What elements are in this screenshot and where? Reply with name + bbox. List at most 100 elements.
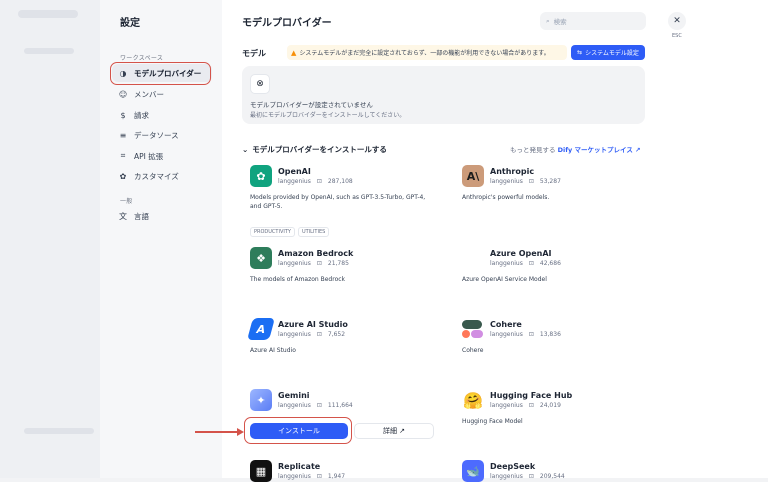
warning-icon: ▲ xyxy=(291,49,296,57)
provider-downloads: 1,947 xyxy=(328,473,345,480)
openai-logo-icon: ✿ xyxy=(250,165,272,187)
page-title: モデルプロバイダー xyxy=(242,14,332,29)
annotation-arrowhead xyxy=(237,428,244,436)
provider-author: langgenius xyxy=(490,402,523,409)
provider-meta: langgenius⊡1,947 xyxy=(278,473,345,480)
provider-card-anthropic[interactable]: A\ Anthropic langgenius⊡53,287 Anthropic… xyxy=(454,165,644,210)
install-heading: モデルプロバイダーをインストールする xyxy=(252,144,387,155)
settings-swap-icon: ⇆ xyxy=(577,49,582,56)
chevron-down-icon: ⌄ xyxy=(242,145,248,154)
sidebar-item-label: データソース xyxy=(134,130,179,141)
download-icon: ⊡ xyxy=(317,402,322,409)
download-icon: ⊡ xyxy=(317,331,322,338)
provider-card-cohere[interactable]: Cohere langgenius⊡13,836 Cohere xyxy=(454,318,644,368)
empty-subtitle: 最初にモデルプロバイダーをインストールしてください。 xyxy=(250,110,405,119)
download-icon: ⊡ xyxy=(529,402,534,409)
azure-ai-studio-logo-icon: A xyxy=(247,318,275,340)
provider-name: DeepSeek xyxy=(490,462,535,471)
download-icon: ⊡ xyxy=(317,178,322,185)
right-panel: ✕ ESC xyxy=(668,0,768,478)
sidebar-item-data-source[interactable]: ≡ データソース xyxy=(112,126,212,144)
provider-description: Azure AI Studio xyxy=(250,346,436,355)
highlight-outline xyxy=(110,62,211,85)
provider-meta: langgenius⊡21,785 xyxy=(278,260,349,267)
logo-part xyxy=(462,330,470,338)
search-placeholder: 検索 xyxy=(554,16,567,26)
download-icon: ⊡ xyxy=(317,473,322,480)
system-model-settings-button[interactable]: ⇆ システムモデル設定 xyxy=(571,45,645,60)
provider-meta: langgenius⊡287,108 xyxy=(278,178,353,185)
sidebar-item-api-extension[interactable]: ⌗ API 拡張 xyxy=(112,147,212,165)
provider-card-amazon-bedrock[interactable]: ❖ Amazon Bedrock langgenius⊡21,785 The m… xyxy=(242,247,432,297)
provider-card-replicate[interactable]: ▦ Replicate langgenius⊡1,947 xyxy=(242,460,432,478)
provider-card-openai[interactable]: ✿ OpenAI langgenius⊡287,108 Models provi… xyxy=(242,165,432,230)
provider-name: Replicate xyxy=(278,462,320,471)
provider-meta: langgenius⊡7,652 xyxy=(278,331,345,338)
marketplace-link[interactable]: もっと発見する Dify マーケットプレイス ↗ xyxy=(510,144,641,154)
provider-name: Amazon Bedrock xyxy=(278,249,353,258)
settings-title: 設定 xyxy=(120,14,140,29)
users-icon: ☺ xyxy=(118,89,128,99)
provider-downloads: 111,664 xyxy=(328,402,353,409)
detail-button[interactable]: 詳細 ↗ xyxy=(354,423,434,439)
hugging-face-logo-icon: 🤗 xyxy=(462,389,484,411)
billing-icon: $ xyxy=(118,110,128,120)
provider-author: langgenius xyxy=(278,178,311,185)
model-icon: ⊗ xyxy=(250,74,270,94)
provider-name: Cohere xyxy=(490,320,522,329)
provider-author: langgenius xyxy=(490,473,523,480)
provider-downloads: 42,686 xyxy=(540,260,561,267)
search-input[interactable]: ⌕ 検索 xyxy=(540,12,646,30)
replicate-logo-icon: ▦ xyxy=(250,460,272,482)
provider-author: langgenius xyxy=(278,402,311,409)
download-icon: ⊡ xyxy=(529,178,534,185)
sidebar-item-label: 言語 xyxy=(134,211,149,222)
provider-meta: langgenius⊡13,836 xyxy=(490,331,561,338)
sidebar-item-label: カスタマイズ xyxy=(134,171,179,182)
provider-name: Azure AI Studio xyxy=(278,320,348,329)
provider-author: langgenius xyxy=(278,260,311,267)
provider-downloads: 13,836 xyxy=(540,331,561,338)
provider-downloads: 21,785 xyxy=(328,260,349,267)
workspace-section-label: ワークスペース xyxy=(120,53,163,62)
marketplace-link-text: Dify マーケットプレイス ↗ xyxy=(558,146,641,154)
provider-card-azure-ai-studio[interactable]: A Azure AI Studio langgenius⊡7,652 Azure… xyxy=(242,318,432,368)
provider-meta: langgenius⊡53,287 xyxy=(490,178,561,185)
anthropic-logo-icon: A\ xyxy=(462,165,484,187)
blurred-background xyxy=(18,10,78,18)
sidebar-item-customize[interactable]: ✿ カスタマイズ xyxy=(112,167,212,185)
search-icon: ⌕ xyxy=(546,17,550,26)
empty-state: ⊗ モデルプロバイダーが設定されていません 最初にモデルプロバイダーをインストー… xyxy=(242,66,645,124)
esc-label: ESC xyxy=(672,33,682,39)
provider-meta: langgenius⊡42,686 xyxy=(490,260,561,267)
warning-text: システムモデルがまだ完全に設定されておらず、一部の機能が利用できない場合がありま… xyxy=(299,48,549,57)
download-icon: ⊡ xyxy=(529,331,534,338)
gemini-logo-icon: ✦ xyxy=(250,389,272,411)
provider-description: Anthropic's powerful models. xyxy=(462,193,648,202)
provider-downloads: 24,019 xyxy=(540,402,561,409)
system-model-settings-label: システムモデル設定 xyxy=(585,48,639,57)
download-icon: ⊡ xyxy=(529,473,534,480)
provider-card-azure-openai[interactable]: Azure OpenAI langgenius⊡42,686 Azure Ope… xyxy=(454,247,644,297)
provider-card-deepseek[interactable]: 🐋 DeepSeek langgenius⊡209,544 xyxy=(454,460,644,478)
blurred-background xyxy=(24,428,94,434)
provider-downloads: 209,544 xyxy=(540,473,565,480)
main-panel: モデルプロバイダー ⌕ 検索 モデル ▲ システムモデルがまだ完全に設定されてお… xyxy=(222,0,668,478)
provider-tags: PRODUCTIVITYUTILITIES xyxy=(250,218,332,237)
install-providers-toggle[interactable]: ⌄ モデルプロバイダーをインストールする xyxy=(242,144,387,155)
sidebar-item-language[interactable]: 文 言語 xyxy=(112,207,212,225)
logo-part xyxy=(471,330,483,338)
sidebar-item-label: API 拡張 xyxy=(134,151,163,162)
sidebar-item-members[interactable]: ☺ メンバー xyxy=(112,85,212,103)
sidebar-item-billing[interactable]: $ 請求 xyxy=(112,106,212,124)
close-icon[interactable]: ✕ xyxy=(668,12,686,30)
logo-part xyxy=(462,320,482,329)
model-label: モデル xyxy=(242,48,266,59)
empty-title: モデルプロバイダーが設定されていません xyxy=(250,99,373,109)
provider-name: OpenAI xyxy=(278,167,311,176)
provider-card-hugging-face[interactable]: 🤗 Hugging Face Hub langgenius⊡24,019 Hug… xyxy=(454,389,644,439)
download-icon: ⊡ xyxy=(529,260,534,267)
tag: PRODUCTIVITY xyxy=(250,227,295,237)
provider-description: The models of Amazon Bedrock xyxy=(250,275,436,284)
provider-description: Azure OpenAI Service Model xyxy=(462,275,648,284)
